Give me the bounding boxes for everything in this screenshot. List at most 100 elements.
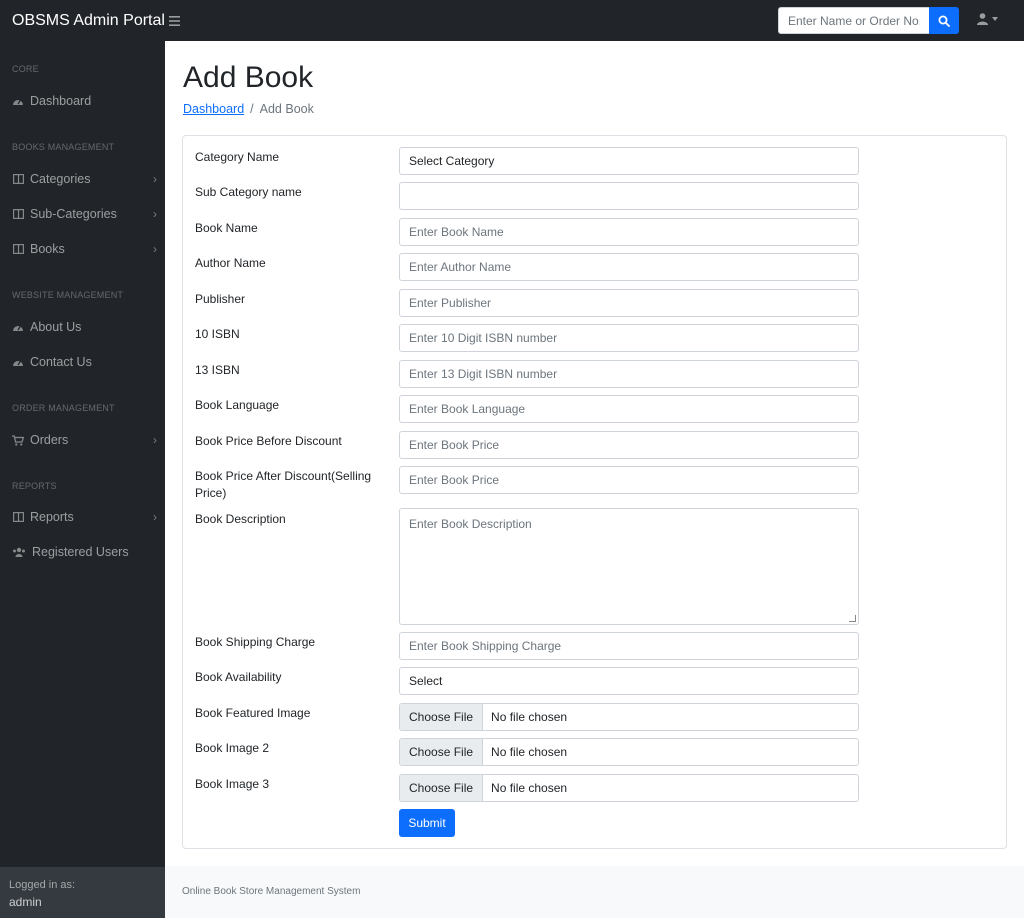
file-status: No file chosen bbox=[491, 710, 568, 724]
sidebar-heading-core: CORE bbox=[12, 64, 39, 74]
sidebar-item-orders[interactable]: Orders › bbox=[12, 430, 157, 450]
choose-file-button[interactable]: Choose File bbox=[400, 704, 484, 730]
sidebar-item-reports[interactable]: Reports › bbox=[12, 507, 157, 527]
breadcrumb-current: Add Book bbox=[259, 102, 314, 116]
book-name-input[interactable]: Enter Book Name bbox=[399, 218, 859, 246]
book-name-label: Book Name bbox=[195, 221, 258, 235]
availability-select-value: Select bbox=[409, 674, 443, 688]
sidebar-footer: Logged in as: admin bbox=[0, 867, 165, 918]
sidebar-item-label: Dashboard bbox=[30, 94, 92, 108]
users-icon bbox=[12, 546, 26, 558]
sidebar: CORE Dashboard BOOKS MANAGEMENT Categori… bbox=[0, 41, 165, 918]
brand-title[interactable]: OBSMS Admin Portal bbox=[0, 12, 165, 30]
sidebar-item-label: Registered Users bbox=[32, 545, 129, 559]
logged-in-user: admin bbox=[9, 895, 42, 909]
price-after-label: Book Price After Discount(Selling Price) bbox=[195, 469, 372, 500]
language-label: Book Language bbox=[195, 398, 280, 412]
footer-text: Online Book Store Management System bbox=[182, 886, 361, 897]
publisher-placeholder: Enter Publisher bbox=[409, 296, 492, 310]
image2-input[interactable]: Choose File No file chosen bbox=[399, 738, 859, 766]
featured-image-input[interactable]: Choose File No file chosen bbox=[399, 703, 859, 731]
sidebar-item-label: Sub-Categories bbox=[30, 207, 117, 221]
logged-in-label: Logged in as: bbox=[9, 879, 76, 891]
shipping-label: Book Shipping Charge bbox=[195, 635, 316, 649]
isbn10-input[interactable]: Enter 10 Digit ISBN number bbox=[399, 324, 859, 352]
isbn13-input[interactable]: Enter 13 Digit ISBN number bbox=[399, 360, 859, 388]
language-placeholder: Enter Book Language bbox=[409, 402, 526, 416]
publisher-label: Publisher bbox=[195, 292, 246, 306]
sidebar-item-label: Books bbox=[30, 242, 65, 256]
availability-select[interactable]: Select bbox=[399, 667, 859, 695]
sidebar-item-contact[interactable]: Contact Us bbox=[12, 352, 157, 372]
isbn10-label: 10 ISBN bbox=[195, 327, 240, 341]
price-before-placeholder: Enter Book Price bbox=[409, 438, 500, 452]
author-name-placeholder: Enter Author Name bbox=[409, 260, 512, 274]
sidebar-heading-website: WEBSITE MANAGEMENT bbox=[12, 290, 124, 300]
columns-icon bbox=[12, 511, 24, 523]
add-book-form: Category Name Select Category Sub Catego… bbox=[182, 135, 1007, 849]
sidebar-item-categories[interactable]: Categories › bbox=[12, 169, 157, 189]
top-navbar: OBSMS Admin Portal bbox=[0, 0, 1024, 41]
price-after-placeholder: Enter Book Price bbox=[409, 473, 500, 487]
category-select-value: Select Category bbox=[409, 154, 495, 168]
search-icon bbox=[938, 15, 950, 27]
search-input[interactable] bbox=[778, 7, 929, 34]
shipping-input[interactable]: Enter Book Shipping Charge bbox=[399, 632, 859, 660]
sidebar-item-label: Reports bbox=[30, 510, 74, 524]
author-name-label: Author Name bbox=[195, 256, 266, 270]
publisher-input[interactable]: Enter Publisher bbox=[399, 289, 859, 317]
subcategory-select[interactable] bbox=[399, 182, 859, 210]
choose-file-button[interactable]: Choose File bbox=[400, 739, 484, 765]
hamburger-icon[interactable] bbox=[169, 13, 180, 29]
category-select[interactable]: Select Category bbox=[399, 147, 859, 175]
chevron-right-icon: › bbox=[153, 207, 157, 221]
submit-button[interactable]: Submit bbox=[399, 809, 455, 837]
book-name-placeholder: Enter Book Name bbox=[409, 225, 504, 239]
category-label: Category Name bbox=[195, 150, 280, 164]
language-input[interactable]: Enter Book Language bbox=[399, 395, 859, 423]
subcategory-label: Sub Category name bbox=[195, 185, 302, 199]
sidebar-item-subcategories[interactable]: Sub-Categories › bbox=[12, 204, 157, 224]
tachometer-icon bbox=[12, 95, 24, 107]
price-after-input[interactable]: Enter Book Price bbox=[399, 466, 859, 494]
choose-file-button[interactable]: Choose File bbox=[400, 775, 484, 801]
columns-icon bbox=[12, 173, 24, 185]
sidebar-heading-books: BOOKS MANAGEMENT bbox=[12, 142, 115, 152]
search-button[interactable] bbox=[929, 7, 959, 34]
user-icon bbox=[977, 13, 988, 25]
description-textarea[interactable]: Enter Book Description bbox=[399, 508, 859, 625]
sidebar-item-books[interactable]: Books › bbox=[12, 239, 157, 259]
tachometer-icon bbox=[12, 356, 24, 368]
sidebar-item-registered-users[interactable]: Registered Users bbox=[12, 542, 157, 562]
columns-icon bbox=[12, 243, 24, 255]
price-before-input[interactable]: Enter Book Price bbox=[399, 431, 859, 459]
isbn13-placeholder: Enter 13 Digit ISBN number bbox=[409, 367, 558, 381]
description-label: Book Description bbox=[195, 512, 286, 526]
image3-input[interactable]: Choose File No file chosen bbox=[399, 774, 859, 802]
chevron-right-icon: › bbox=[153, 242, 157, 256]
breadcrumb: Dashboard / Add Book bbox=[183, 102, 314, 116]
availability-label: Book Availability bbox=[195, 670, 282, 684]
breadcrumb-dashboard-link[interactable]: Dashboard bbox=[183, 102, 244, 116]
columns-icon bbox=[12, 208, 24, 220]
author-name-input[interactable]: Enter Author Name bbox=[399, 253, 859, 281]
sidebar-item-about[interactable]: About Us bbox=[12, 317, 157, 337]
sidebar-item-label: About Us bbox=[30, 320, 82, 334]
file-status: No file chosen bbox=[491, 745, 568, 759]
user-menu-toggle[interactable] bbox=[977, 13, 998, 25]
tachometer-icon bbox=[12, 321, 24, 333]
isbn10-placeholder: Enter 10 Digit ISBN number bbox=[409, 331, 558, 345]
file-status: No file chosen bbox=[491, 781, 568, 795]
sidebar-heading-reports: REPORTS bbox=[12, 481, 57, 491]
shipping-placeholder: Enter Book Shipping Charge bbox=[409, 639, 562, 653]
chevron-right-icon: › bbox=[153, 172, 157, 186]
page-footer: Online Book Store Management System bbox=[165, 866, 1024, 918]
image2-label: Book Image 2 bbox=[195, 741, 270, 755]
page-title: Add Book bbox=[183, 61, 314, 94]
description-placeholder: Enter Book Description bbox=[409, 517, 532, 531]
search-form bbox=[778, 7, 959, 34]
resize-handle-icon[interactable] bbox=[849, 615, 856, 622]
shopping-cart-icon bbox=[12, 434, 24, 446]
sidebar-item-dashboard[interactable]: Dashboard bbox=[12, 91, 157, 111]
main-content: Add Book Dashboard / Add Book Category Nam… bbox=[165, 41, 1024, 918]
